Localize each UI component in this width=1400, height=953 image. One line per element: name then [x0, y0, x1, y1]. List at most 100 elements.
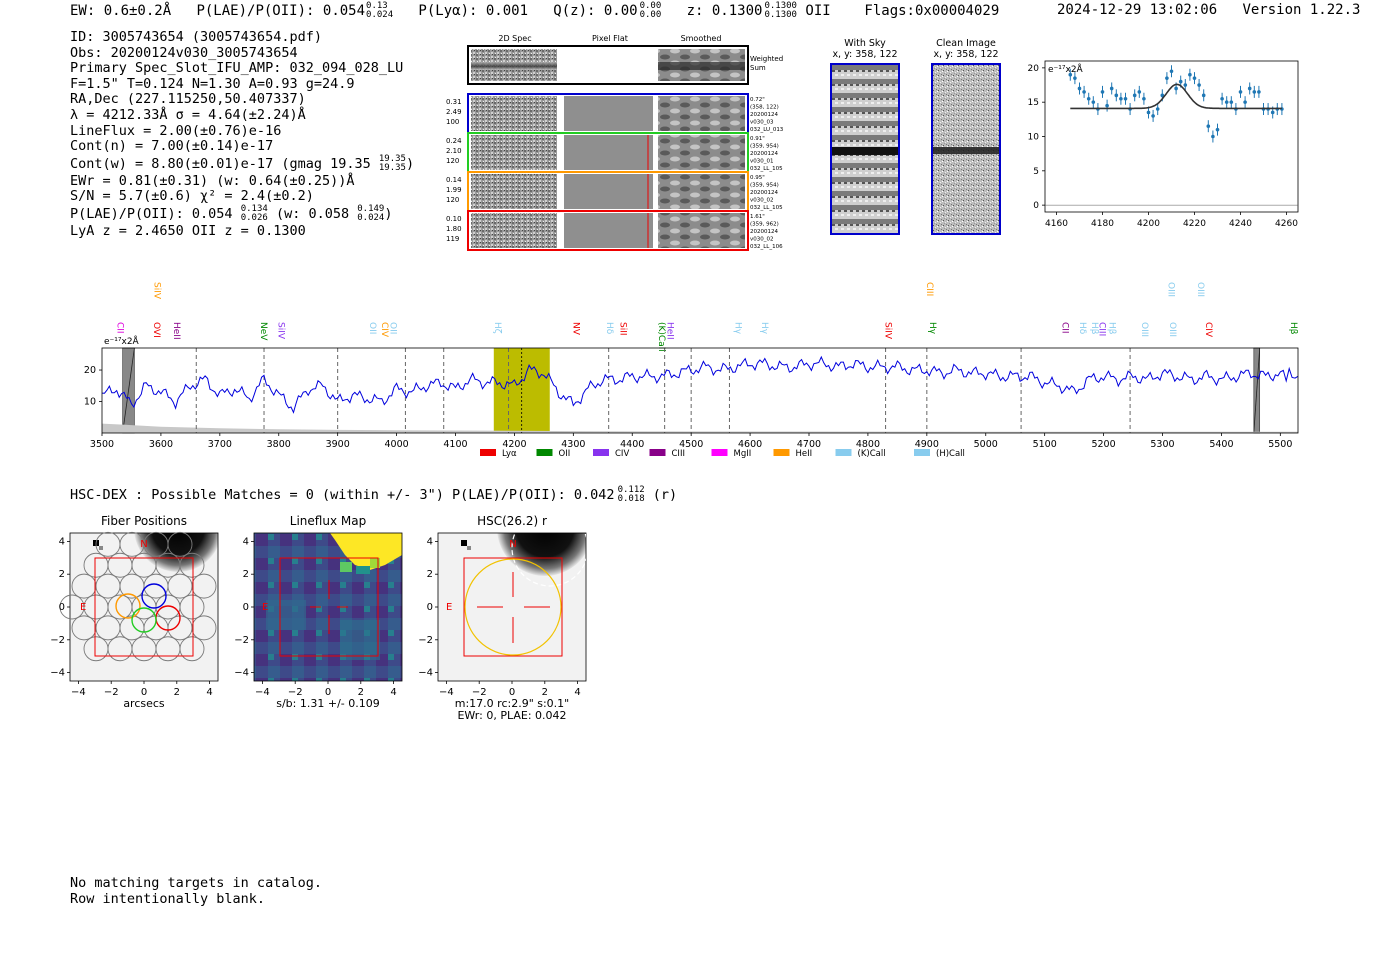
full-line-label-19: Hγ: [927, 322, 937, 335]
weighted-sum-strip: [467, 45, 749, 85]
hsc-p1-xtick-label-4: 4: [390, 687, 396, 698]
header-plya: P(Lyα): 0.001: [418, 3, 528, 19]
info-obs: Obs: 20200124v030_3005743654: [70, 44, 298, 61]
info-fparams: F=1.5" T=0.124 N=1.30 A=0.93 g=24.9: [70, 75, 355, 92]
hsc-p0-ytick-label-3: 2: [59, 569, 65, 580]
hsc-p2-xtick-label-1: −2: [472, 687, 487, 698]
header-version: Version 1.22.3: [1242, 2, 1361, 18]
full-unit-label: e⁻¹⁷x2Å: [104, 335, 140, 347]
full-line-label-5: SiIV: [276, 322, 286, 340]
zoom-point-30: [1206, 124, 1211, 129]
legend-swatch-3: [649, 449, 666, 456]
with-sky-coords: x, y: 358, 122: [832, 49, 898, 60]
zoom-point-31: [1211, 134, 1215, 139]
with-sky-stamp: [830, 63, 900, 235]
hsc-panel3-north: N: [509, 539, 516, 550]
hsc-p2-ytick-label-1: −2: [418, 635, 433, 646]
spec2d-row-0-left-0: 0.31: [446, 98, 462, 106]
spec2d-row-3-right-4: 032_LL_106: [750, 244, 783, 250]
zoom-point-25: [1183, 83, 1188, 87]
zoom-point-14: [1132, 93, 1137, 98]
hsc-sub: 0.018: [617, 494, 645, 504]
full-line-label-7: CIV: [379, 322, 389, 338]
header-qz: Q(z): 0.00: [553, 3, 638, 19]
full-line-label-27: OIII: [1167, 322, 1177, 337]
full-line-label-24: Hβ: [1106, 322, 1116, 335]
zoom-point-3: [1082, 90, 1086, 94]
hsc-p2-ytick-label-3: 2: [427, 569, 433, 580]
weighted-sum-label-2: Sum: [750, 64, 766, 72]
header-z-sub: 0.1300: [764, 10, 797, 20]
hsc-p1-xtick-label-2: 0: [325, 687, 331, 698]
full-line-label-25: OIII: [1139, 322, 1149, 337]
legend-swatch-7: [914, 449, 930, 456]
zoom-xtick-label-0: 4160: [1045, 219, 1068, 229]
spec2d-row-0: 0.31 2.49 100 0.72" (358, 122)20200124 v030_0…: [446, 93, 784, 134]
info-lineflux: LineFlux = 2.00(±0.76)e-16: [70, 122, 282, 139]
zoom-point-41: [1257, 90, 1261, 94]
full-line-label-9: Hζ: [492, 322, 502, 334]
info-sn: S/N = 5.7(±0.6) χ² = 2.4(±0.2): [70, 188, 314, 205]
spec2d-row-1-right-1: (359, 954): [750, 144, 779, 150]
full-xtick-label-18: 5300: [1150, 439, 1174, 450]
header-ew: EW: 0.6±0.2Å: [70, 3, 172, 19]
zoom-ytick-label-3: 15: [1028, 98, 1039, 108]
zoom-point-0: [1068, 72, 1073, 77]
hsc-panel3-east: E: [446, 602, 452, 613]
spec2d-row-1-right-4: 032_LL_105: [750, 166, 783, 172]
zoom-xtick-label-4: 4240: [1229, 219, 1252, 229]
spec2d-row-0-right-3: v030_03: [750, 120, 774, 126]
hsc-p0-ytick-label-0: −4: [50, 668, 65, 679]
full-xtick-label-4: 3900: [326, 439, 350, 450]
legend-label-4: MgII: [734, 449, 752, 459]
header-qz-sub: 0.00: [639, 10, 662, 20]
hsc-p2-ytick-label-4: 4: [427, 536, 433, 547]
full-line-label-10: NV: [570, 322, 580, 336]
hsc-p1-ytick-label-4: 4: [243, 536, 249, 547]
hsc-p1-ytick-label-3: 2: [243, 569, 249, 580]
hsc-p1-xtick-label-3: 2: [358, 687, 364, 698]
spec2d-row-2-left-1: 1.99: [446, 186, 462, 194]
full-line-label-12: SiII: [617, 322, 627, 336]
full-ytick-label-0: 10: [84, 397, 96, 408]
hsc-p0-xtick-label-2: 0: [141, 687, 147, 698]
spec2d-rows: 0.312.491000.72"(358, 122)20200124v030_0…: [446, 93, 784, 251]
full-line-label-1: SiIV: [151, 282, 161, 300]
header-right: 2024-12-29 13:02:06 Version 1.22.3: [1057, 2, 1360, 18]
clean-title-block: Clean Image x, y: 358, 122: [928, 38, 1004, 60]
zoom-point-12: [1123, 96, 1128, 101]
legend-label-7: (H)Call: [936, 449, 965, 459]
zoom-unit-label: e⁻¹⁷x2Å: [1048, 63, 1084, 75]
full-line-label-13: (K)Call: [656, 322, 666, 352]
full-legend: Lyα OII CIV CIII MgII HeII (K)Call (H)Call: [480, 449, 965, 459]
zoom-point-39: [1247, 86, 1252, 91]
full-xtick-label-1: 3600: [149, 439, 173, 450]
hsc-p2-ytick-label-0: −4: [418, 668, 433, 679]
zoom-point-34: [1224, 100, 1229, 104]
full-frame: [101, 347, 1299, 434]
spec2d-row-1-left-1: 2.10: [446, 147, 462, 155]
full-xtick-label-3: 3800: [267, 439, 291, 450]
zoom-point-40: [1252, 90, 1257, 94]
full-xtick-label-19: 5400: [1209, 439, 1233, 450]
full-line-label-11: Hδ: [604, 322, 614, 335]
spec2d-row-3-right-2: 20200124: [750, 229, 778, 235]
full-line-label-28: OIII: [1195, 282, 1205, 297]
zoom-point-22: [1169, 69, 1174, 74]
full-line-label-30: Hβ: [1288, 322, 1298, 335]
header-plae: P(LAE)/P(OII): 0.054: [196, 3, 366, 19]
hsc-panel2-title: Lineflux Map: [290, 514, 366, 528]
zoom-point-18: [1151, 114, 1155, 118]
zoom-point-26: [1188, 72, 1192, 77]
hsc-title: HSC-DEX : Possible Matches = 0 (within +…: [70, 487, 615, 503]
full-line-label-29: CIV: [1203, 322, 1213, 338]
hsc-p0-xtick-label-4: 4: [206, 687, 212, 698]
full-spectrum-chart: CIISiIVOVI HeII NeV SiIV OII CIVOII Hζ NV Hδ SiII…: [84, 282, 1299, 459]
hsc-p0-ytick-label-2: 0: [59, 602, 65, 613]
legend-label-0: Lyα: [502, 449, 517, 459]
clean-stamp: [931, 63, 1001, 235]
spec2d-row-1-right-3: v030_01: [750, 159, 774, 165]
zoom-point-23: [1174, 86, 1178, 91]
info-lambda: λ = 4212.33Å σ = 4.64(±2.24)Å: [70, 106, 306, 123]
hsc-p1-xtick-label-1: −2: [288, 687, 303, 698]
